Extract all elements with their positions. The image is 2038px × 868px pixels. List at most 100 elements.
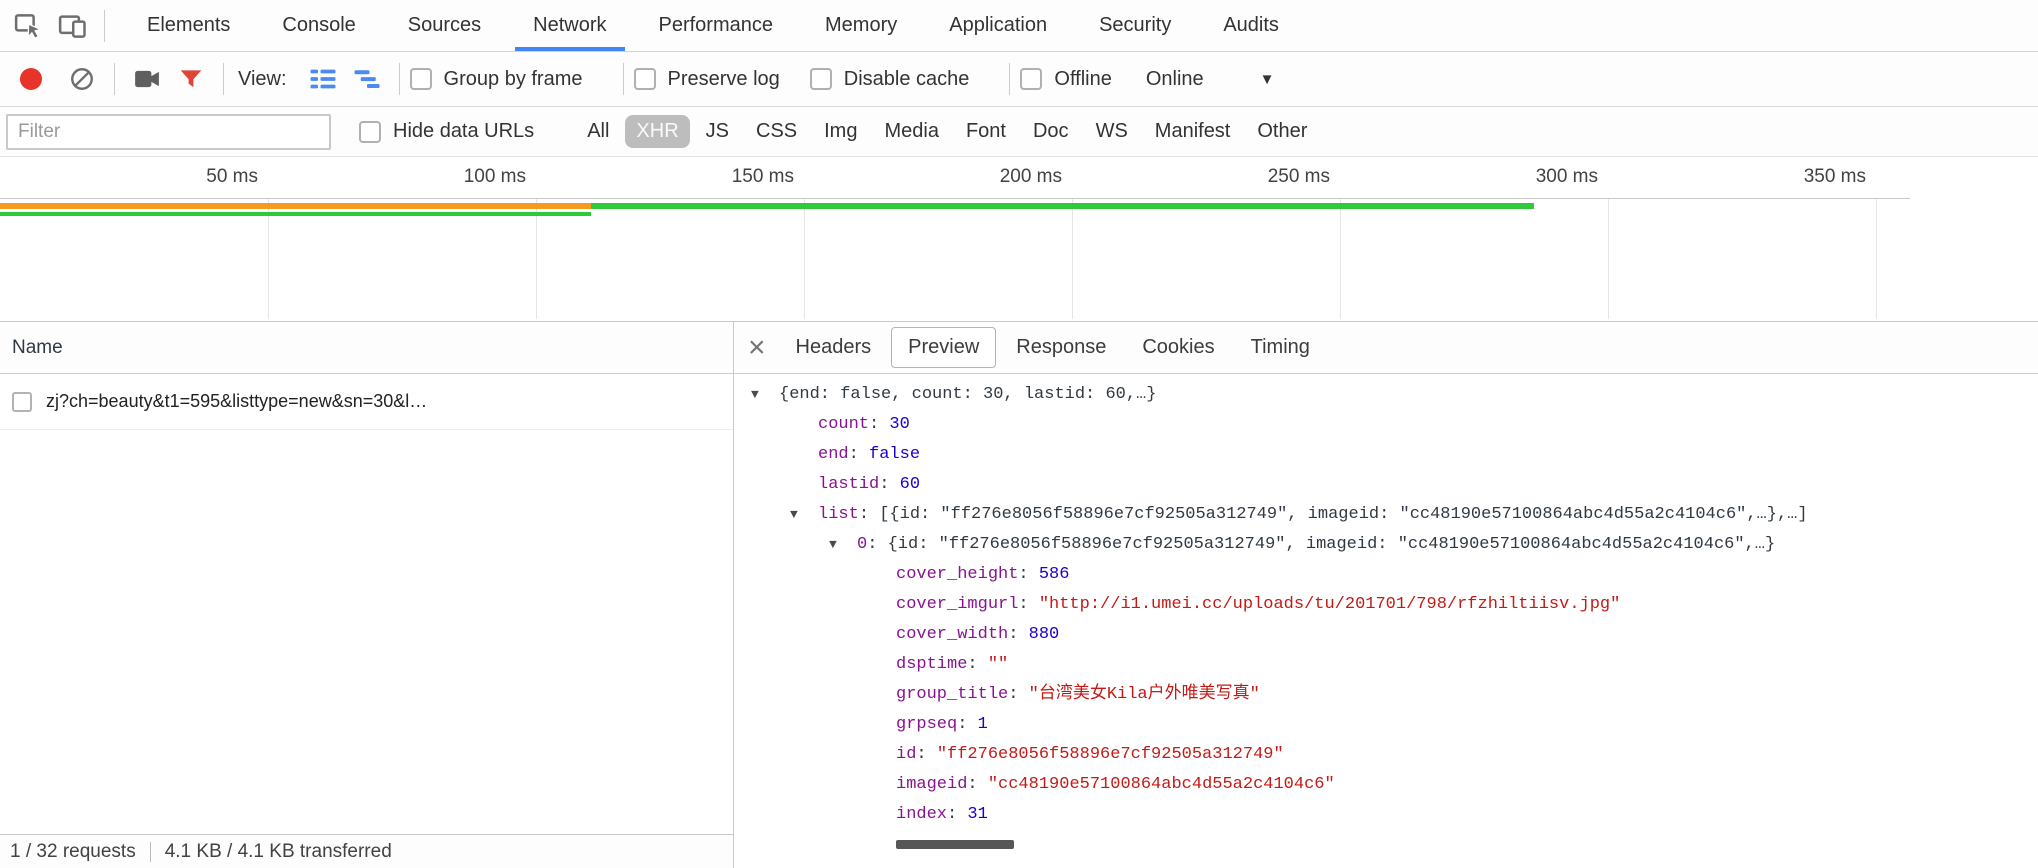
detail-tab-cookies[interactable]: Cookies: [1126, 328, 1230, 367]
screen-capture-icon[interactable]: [125, 57, 169, 101]
json-key: cover_width: [896, 625, 1008, 644]
json-key: cover_imgurl: [896, 595, 1018, 614]
checkbox-box[interactable]: [410, 68, 432, 90]
filter-type-font[interactable]: Font: [955, 115, 1017, 148]
resource-type-filters: AllXHRJSCSSImgMediaFontDocWSManifestOthe…: [576, 115, 1323, 148]
tree-line[interactable]: ▼index: 31: [734, 800, 2038, 830]
disable-cache-checkbox[interactable]: Disable cache: [810, 68, 970, 91]
json-plain: :: [1018, 565, 1038, 584]
tab-sources[interactable]: Sources: [382, 0, 507, 51]
filter-type-css[interactable]: CSS: [745, 115, 808, 148]
filter-type-ws[interactable]: WS: [1085, 115, 1139, 148]
filter-input[interactable]: [6, 114, 331, 150]
json-key: 0: [857, 535, 867, 554]
tab-audits[interactable]: Audits: [1197, 0, 1305, 51]
tree-line[interactable]: ▼end: false: [734, 440, 2038, 470]
filter-type-img[interactable]: Img: [813, 115, 868, 148]
tab-network[interactable]: Network: [507, 0, 632, 51]
json-plain: {end: false, count: 30, lastid: 60,…}: [779, 385, 1156, 404]
tree-line[interactable]: ▼dsptime: "": [734, 650, 2038, 680]
detail-tab-preview[interactable]: Preview: [891, 327, 996, 368]
filter-type-js[interactable]: JS: [695, 115, 740, 148]
preserve-log-checkbox[interactable]: Preserve log: [634, 68, 780, 91]
hide-data-urls-checkbox[interactable]: Hide data URLs: [359, 120, 534, 143]
record-button[interactable]: [20, 68, 42, 90]
status-bar: 1 / 32 requests 4.1 KB / 4.1 KB transfer…: [0, 834, 733, 868]
tree-line[interactable]: ▼list: [{id: "ff276e8056f58896e7cf92505a…: [734, 500, 2038, 530]
json-key: list: [818, 505, 859, 524]
checkbox-box[interactable]: [359, 121, 381, 143]
filter-funnel-icon[interactable]: [169, 57, 213, 101]
tree-line[interactable]: ▼{end: false, count: 30, lastid: 60,…}: [734, 380, 2038, 410]
tab-memory[interactable]: Memory: [799, 0, 923, 51]
timeline-gridline: [1072, 199, 1073, 319]
tree-line[interactable]: ▼cover_height: 586: [734, 560, 2038, 590]
detail-tab-response[interactable]: Response: [1000, 328, 1122, 367]
json-str: "cc48190e57100864abc4d55a2c4104c6": [988, 775, 1335, 794]
checkbox-box[interactable]: [1020, 68, 1042, 90]
tree-line[interactable]: ▼grpseq: 1: [734, 710, 2038, 740]
json-num: 880: [1029, 625, 1060, 644]
expand-arrow-icon[interactable]: ▼: [829, 530, 857, 560]
transferred-size: 4.1 KB / 4.1 KB transferred: [165, 841, 392, 863]
overview-bar-green: [591, 203, 1534, 209]
name-column-header[interactable]: Name: [0, 322, 733, 374]
json-plain: :: [957, 715, 977, 734]
device-toolbar-icon[interactable]: [50, 4, 94, 48]
json-plain: : {id: "ff276e8056f58896e7cf92505a312749…: [867, 535, 1775, 554]
timeline-overview[interactable]: 50 ms100 ms150 ms200 ms250 ms300 ms350 m…: [0, 157, 2038, 322]
tree-line[interactable]: ▼count: 30: [734, 410, 2038, 440]
tree-line[interactable]: ▼cover_imgurl: "http://i1.umei.cc/upload…: [734, 590, 2038, 620]
tree-line[interactable]: ▼imageid: "cc48190e57100864abc4d55a2c410…: [734, 770, 2038, 800]
expand-arrow-icon[interactable]: ▼: [790, 500, 818, 530]
tree-line[interactable]: ▼group_title: "台湾美女Kila户外唯美写真": [734, 680, 2038, 710]
filter-type-all[interactable]: All: [576, 115, 620, 148]
filter-type-xhr[interactable]: XHR: [625, 115, 689, 148]
json-plain: :: [1018, 595, 1038, 614]
view-label: View:: [238, 68, 287, 91]
filter-type-other[interactable]: Other: [1246, 115, 1318, 148]
checkbox-box[interactable]: [634, 68, 656, 90]
large-request-rows-icon[interactable]: [301, 57, 345, 101]
json-key: imageid: [896, 775, 967, 794]
json-num: 60: [900, 475, 920, 494]
expand-arrow-icon[interactable]: ▼: [751, 380, 779, 410]
tab-performance[interactable]: Performance: [633, 0, 800, 51]
detail-tab-headers[interactable]: Headers: [780, 328, 888, 367]
json-key: group_title: [896, 685, 1008, 704]
request-row[interactable]: zj?ch=beauty&t1=595&listtype=new&sn=30&l…: [0, 374, 733, 430]
tree-line[interactable]: ▼0: {id: "ff276e8056f58896e7cf92505a3127…: [734, 530, 2038, 560]
show-overview-icon[interactable]: [345, 57, 389, 101]
timeline-gridline: [1340, 199, 1341, 319]
detail-tab-timing[interactable]: Timing: [1235, 328, 1326, 367]
json-key: id: [896, 745, 916, 764]
timeline-label: 100 ms: [396, 166, 526, 188]
checkbox-box[interactable]: [810, 68, 832, 90]
network-main-area: Name zj?ch=beauty&t1=595&listtype=new&sn…: [0, 322, 2038, 868]
tab-elements[interactable]: Elements: [121, 0, 256, 51]
throttling-select[interactable]: Online: [1146, 68, 1204, 91]
json-key: grpseq: [896, 715, 957, 734]
tree-line[interactable]: ▼id: "ff276e8056f58896e7cf92505a312749": [734, 740, 2038, 770]
tree-line[interactable]: ▼lastid: 60: [734, 470, 2038, 500]
tab-console[interactable]: Console: [256, 0, 381, 51]
clear-icon[interactable]: [60, 57, 104, 101]
inspect-element-icon[interactable]: [6, 4, 50, 48]
timeline-gridline: [1608, 199, 1609, 319]
json-num: 586: [1039, 565, 1070, 584]
filter-type-manifest[interactable]: Manifest: [1144, 115, 1242, 148]
group-by-frame-checkbox[interactable]: Group by frame: [410, 68, 583, 91]
request-checkbox[interactable]: [12, 392, 32, 412]
json-plain: :: [849, 445, 869, 464]
tab-application[interactable]: Application: [923, 0, 1073, 51]
filter-type-media[interactable]: Media: [873, 115, 949, 148]
json-plain: :: [879, 475, 899, 494]
filter-type-doc[interactable]: Doc: [1022, 115, 1080, 148]
close-icon[interactable]: ×: [748, 333, 766, 363]
tab-security[interactable]: Security: [1073, 0, 1197, 51]
checkbox-label: Offline: [1054, 68, 1111, 91]
timeline-label: 250 ms: [1200, 166, 1330, 188]
offline-checkbox[interactable]: Offline: [1020, 68, 1111, 91]
tree-line[interactable]: ▼cover_width: 880: [734, 620, 2038, 650]
chevron-down-icon[interactable]: ▼: [1260, 71, 1275, 88]
